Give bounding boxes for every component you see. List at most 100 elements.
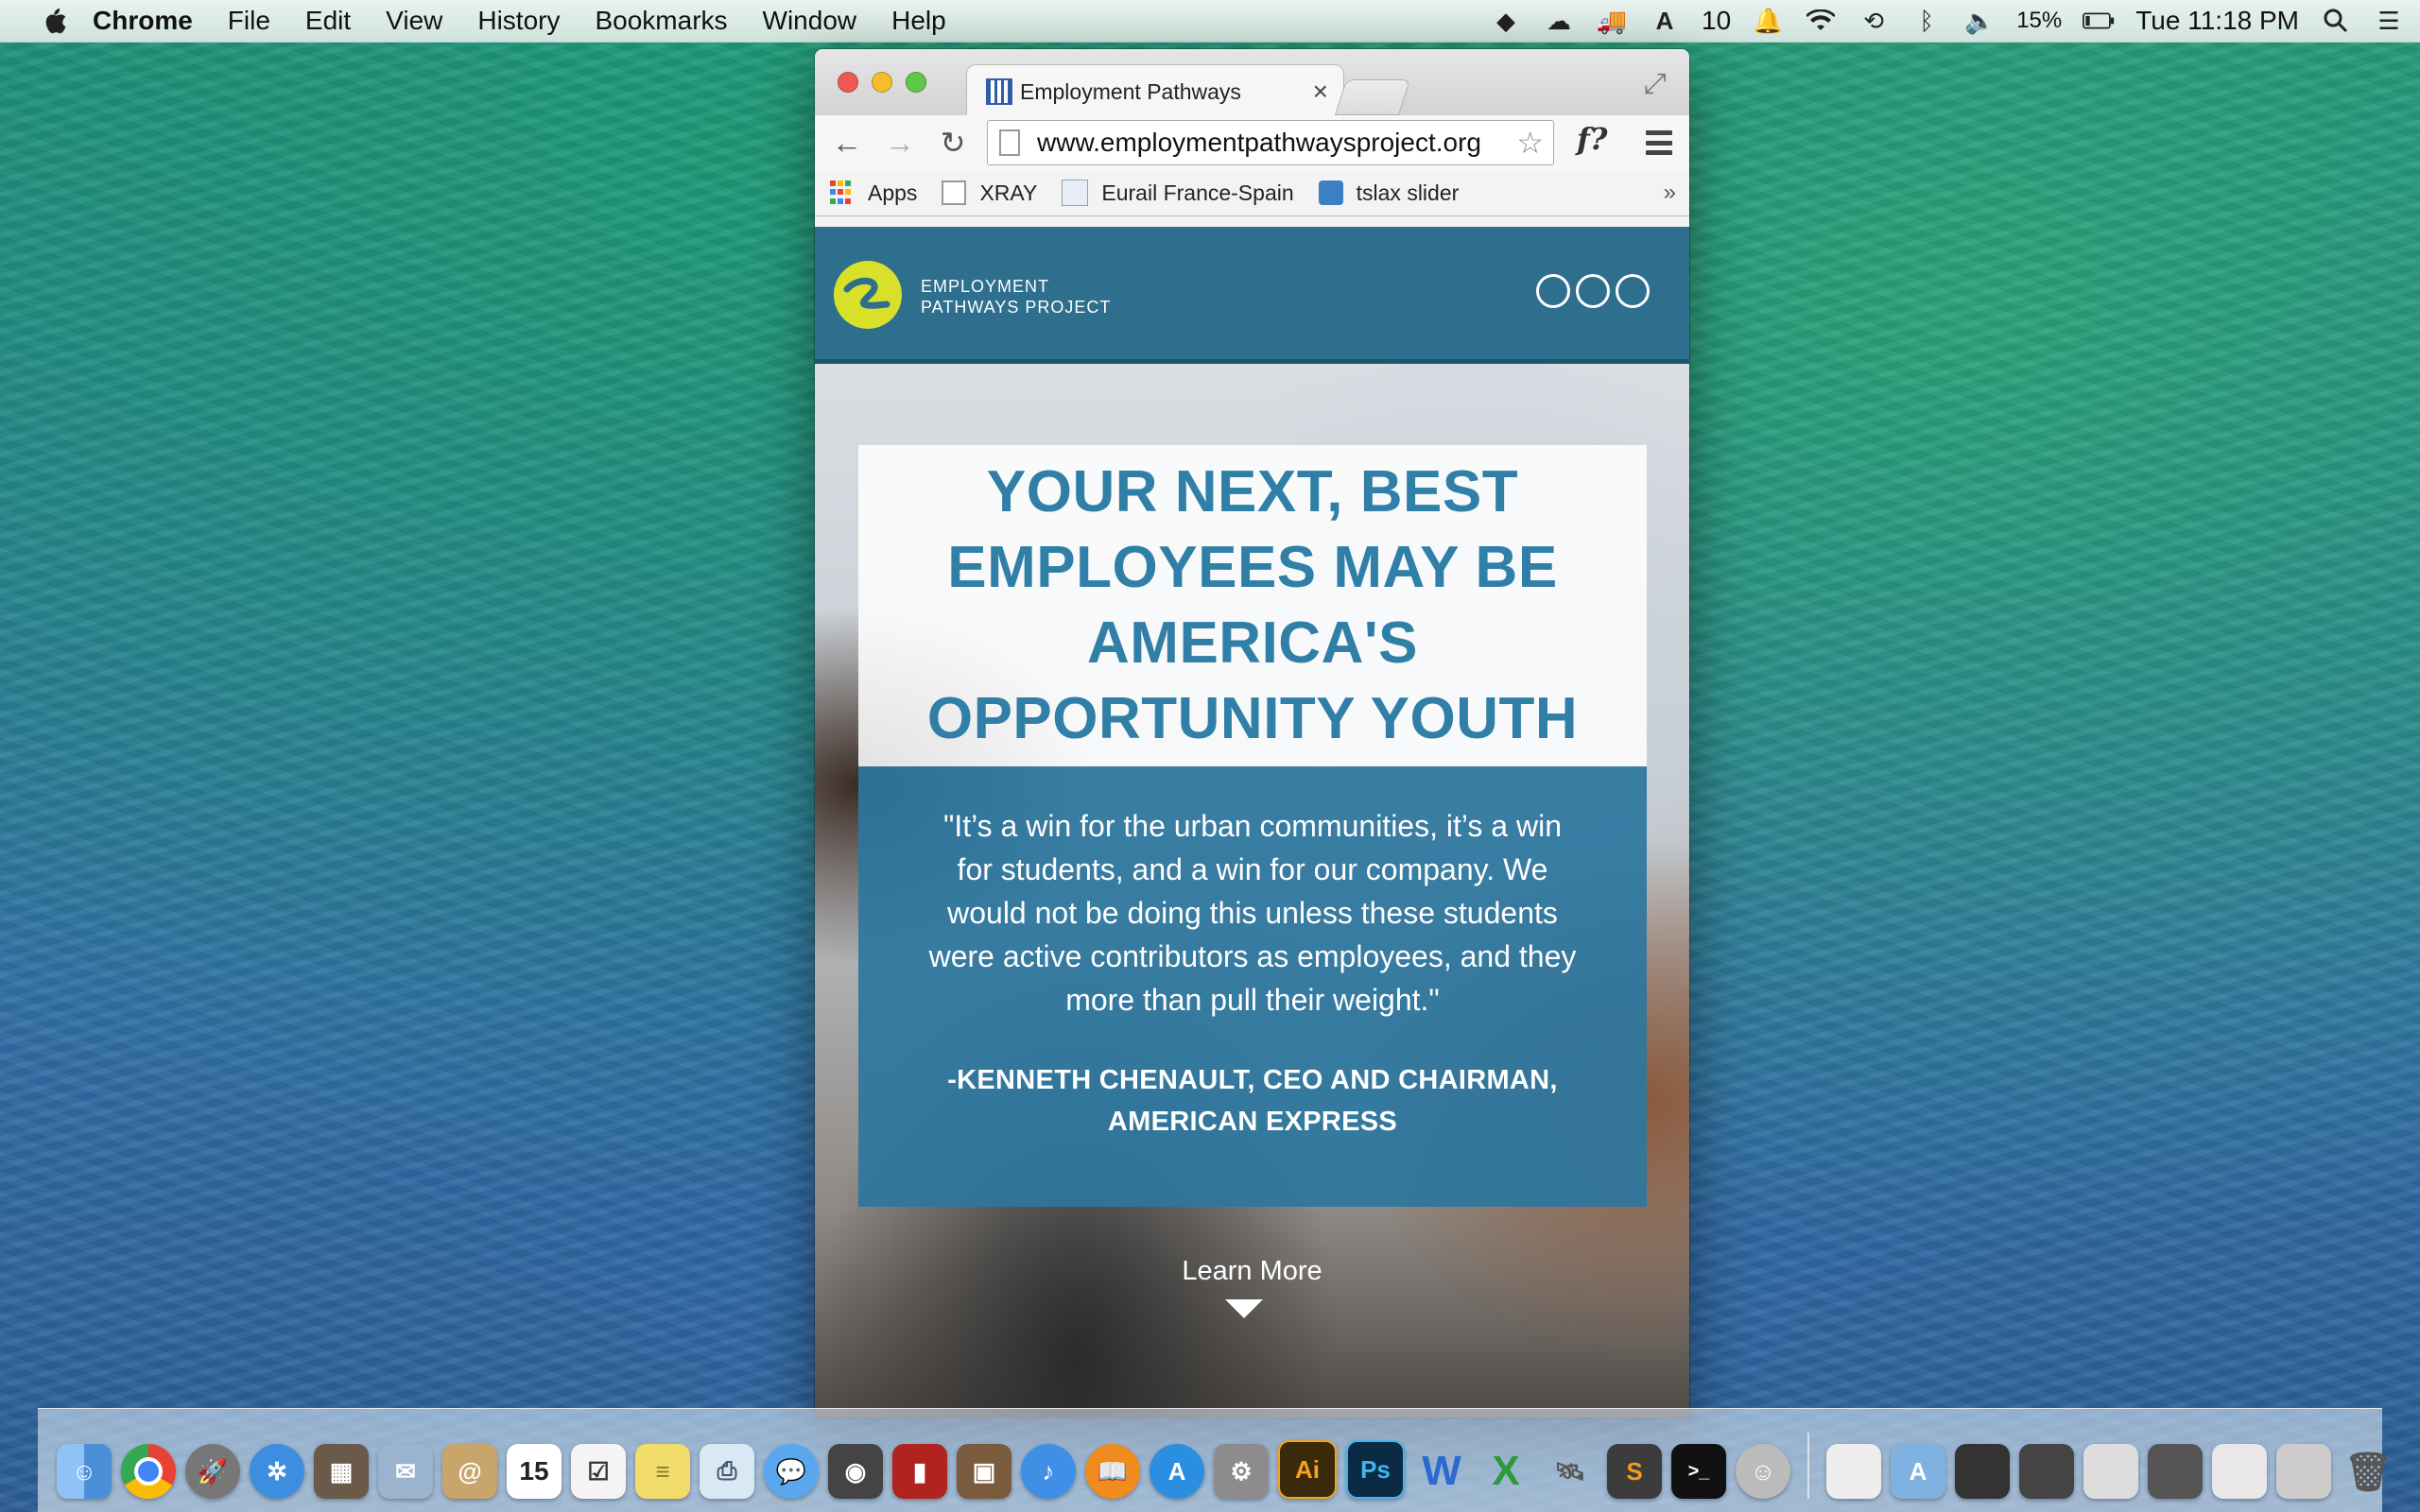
dropbox-icon[interactable]: ◆ bbox=[1490, 5, 1522, 37]
site-menu-button[interactable] bbox=[1536, 274, 1650, 308]
document-icon bbox=[942, 180, 967, 205]
bookmarks-overflow-icon[interactable]: » bbox=[1664, 180, 1676, 206]
spotlight-search-icon[interactable] bbox=[2320, 5, 2352, 37]
logo-icon[interactable] bbox=[834, 261, 902, 329]
volume-icon[interactable]: 🔈 bbox=[1963, 5, 1996, 37]
screenshot-stack-icon[interactable] bbox=[1955, 1444, 2010, 1499]
time-machine-icon[interactable]: ⟲ bbox=[1858, 5, 1890, 37]
notes-icon[interactable]: ≡ bbox=[635, 1444, 690, 1499]
photo-booth-icon[interactable]: ▮ bbox=[892, 1444, 947, 1499]
menu-circle-icon bbox=[1576, 274, 1610, 308]
menu-bookmarks[interactable]: Bookmarks bbox=[595, 6, 727, 36]
tab-close-icon[interactable]: × bbox=[1313, 77, 1328, 107]
apple-menu-icon[interactable] bbox=[38, 5, 70, 37]
bookmarks-bar: Apps XRAY Eurail France-Spain tslax slid… bbox=[815, 170, 1689, 216]
battery-percent: 15% bbox=[2016, 8, 2063, 33]
bookmark-tslax-slider[interactable]: tslax slider bbox=[1318, 180, 1459, 206]
zoom-window-button[interactable] bbox=[906, 72, 926, 93]
apps-grid-icon bbox=[830, 180, 855, 205]
documents-stack-icon[interactable] bbox=[1826, 1444, 1881, 1499]
close-window-button[interactable] bbox=[838, 72, 858, 93]
iphoto-icon[interactable]: ▣ bbox=[957, 1444, 1011, 1499]
menu-help[interactable]: Help bbox=[891, 6, 946, 36]
quote-box: "It’s a win for the urban communities, i… bbox=[858, 766, 1647, 1207]
ibooks-icon[interactable]: 📖 bbox=[1085, 1444, 1140, 1499]
back-button[interactable]: ← bbox=[828, 124, 866, 162]
browser-toolbar: ← → ↻ www.employmentpathwaysproject.org … bbox=[815, 115, 1689, 170]
bookmark-star-icon[interactable]: ☆ bbox=[1516, 125, 1544, 161]
reload-button[interactable]: ↻ bbox=[934, 124, 972, 162]
site-favicon-icon bbox=[986, 78, 1012, 105]
facetime-icon[interactable]: ◉ bbox=[828, 1444, 883, 1499]
extension-f-button[interactable]: f? bbox=[1577, 121, 1608, 157]
notification-count: 10 bbox=[1702, 6, 1732, 35]
sublime-text-icon[interactable]: S bbox=[1607, 1444, 1662, 1499]
app-store-icon[interactable]: A bbox=[1150, 1444, 1204, 1499]
bookmark-apps[interactable]: Apps bbox=[830, 180, 917, 206]
new-tab-button[interactable] bbox=[1334, 79, 1411, 115]
minimize-window-button[interactable] bbox=[872, 72, 892, 93]
down-arrow-icon[interactable] bbox=[1225, 1299, 1263, 1318]
bell-icon[interactable]: 🔔 bbox=[1752, 5, 1784, 37]
messages-icon[interactable]: 💬 bbox=[764, 1444, 819, 1499]
applications-folder-icon[interactable]: A bbox=[1891, 1444, 1945, 1499]
adobe-notifications-icon[interactable]: A bbox=[1649, 5, 1681, 37]
excel-icon[interactable]: X bbox=[1478, 1444, 1533, 1499]
mamp-window-icon[interactable] bbox=[2083, 1444, 2138, 1499]
logo-text[interactable]: EMPLOYMENT PATHWAYS PROJECT bbox=[921, 276, 1111, 318]
fullscreen-icon[interactable]: ⤢ bbox=[1644, 68, 1667, 100]
screenshot-stack-icon-2[interactable] bbox=[2019, 1444, 2074, 1499]
mail-icon[interactable]: ✉ bbox=[378, 1444, 433, 1499]
bookmark-eurail[interactable]: Eurail France-Spain bbox=[1062, 180, 1294, 206]
menu-edit[interactable]: Edit bbox=[305, 6, 351, 36]
itunes-icon[interactable]: ♪ bbox=[1021, 1444, 1076, 1499]
notification-center-icon[interactable]: ☰ bbox=[2373, 5, 2405, 37]
site-header: EMPLOYMENT PATHWAYS PROJECT bbox=[815, 227, 1689, 364]
migration-assistant-icon[interactable]: ☺ bbox=[1736, 1444, 1790, 1499]
safari-icon[interactable]: ✲ bbox=[250, 1444, 304, 1499]
truck-icon[interactable]: 🚚 bbox=[1596, 5, 1628, 37]
calendar-icon[interactable]: 15 bbox=[507, 1444, 562, 1499]
address-bar[interactable]: www.employmentpathwaysproject.org ☆ bbox=[987, 120, 1554, 165]
system-preferences-icon[interactable]: ⚙ bbox=[1214, 1444, 1269, 1499]
eurail-icon bbox=[1062, 180, 1089, 206]
photos-icon[interactable]: ▦ bbox=[314, 1444, 369, 1499]
bookmark-label: Eurail France-Spain bbox=[1101, 180, 1294, 205]
menu-file[interactable]: File bbox=[228, 6, 270, 36]
learn-more-link[interactable]: Learn More bbox=[815, 1256, 1689, 1287]
photoshop-document-icon[interactable] bbox=[2276, 1444, 2331, 1499]
contacts-icon[interactable]: @ bbox=[442, 1444, 497, 1499]
creative-cloud-icon[interactable]: ☁ bbox=[1543, 5, 1575, 37]
clock[interactable]: Tue 11:18 PM bbox=[2135, 6, 2299, 36]
menu-app-name[interactable]: Chrome bbox=[93, 6, 193, 36]
logo-line-2: PATHWAYS PROJECT bbox=[921, 298, 1112, 317]
photoshop-icon[interactable]: Ps bbox=[1346, 1440, 1405, 1499]
chrome-icon[interactable] bbox=[121, 1444, 176, 1499]
title-bar: Employment Pathways × ⤢ bbox=[815, 49, 1689, 118]
illustrator-icon[interactable]: Ai bbox=[1278, 1440, 1337, 1499]
tab-employment-pathways[interactable]: Employment Pathways × bbox=[966, 64, 1344, 118]
reminders-icon[interactable]: ☑ bbox=[571, 1444, 626, 1499]
battery-icon[interactable] bbox=[2083, 5, 2115, 37]
finder-icon[interactable]: ☺ bbox=[57, 1444, 112, 1499]
wifi-icon[interactable] bbox=[1805, 5, 1837, 37]
window-thumbnail-icon[interactable] bbox=[2148, 1444, 2203, 1499]
preview-icon[interactable]: ⎙ bbox=[700, 1444, 754, 1499]
terminal-icon[interactable]: >_ bbox=[1671, 1444, 1726, 1499]
window-thumbnail-icon-2[interactable] bbox=[2212, 1444, 2267, 1499]
menu-bar: Chrome File Edit View History Bookmarks … bbox=[0, 0, 2420, 43]
headline-box: YOUR NEXT, BEST EMPLOYEES MAY BE AMERICA… bbox=[858, 445, 1647, 766]
bluetooth-icon[interactable]: ᛒ bbox=[1910, 5, 1943, 37]
trash-icon[interactable]: 🗑 bbox=[2341, 1444, 2395, 1499]
forward-button[interactable]: → bbox=[881, 124, 919, 162]
bookmark-xray[interactable]: XRAY bbox=[942, 180, 1037, 206]
word-icon[interactable]: W bbox=[1414, 1444, 1469, 1499]
launchpad-icon[interactable]: 🚀 bbox=[185, 1444, 240, 1499]
chrome-menu-icon[interactable] bbox=[1646, 130, 1672, 155]
menu-view[interactable]: View bbox=[386, 6, 442, 36]
menu-window[interactable]: Window bbox=[763, 6, 857, 36]
menu-circle-icon bbox=[1616, 274, 1650, 308]
menu-history[interactable]: History bbox=[477, 6, 560, 36]
network-utility-icon[interactable]: 🛰 bbox=[1543, 1444, 1598, 1499]
web-page: EMPLOYMENT PATHWAYS PROJECT YOUR NEXT, B… bbox=[815, 227, 1689, 1418]
